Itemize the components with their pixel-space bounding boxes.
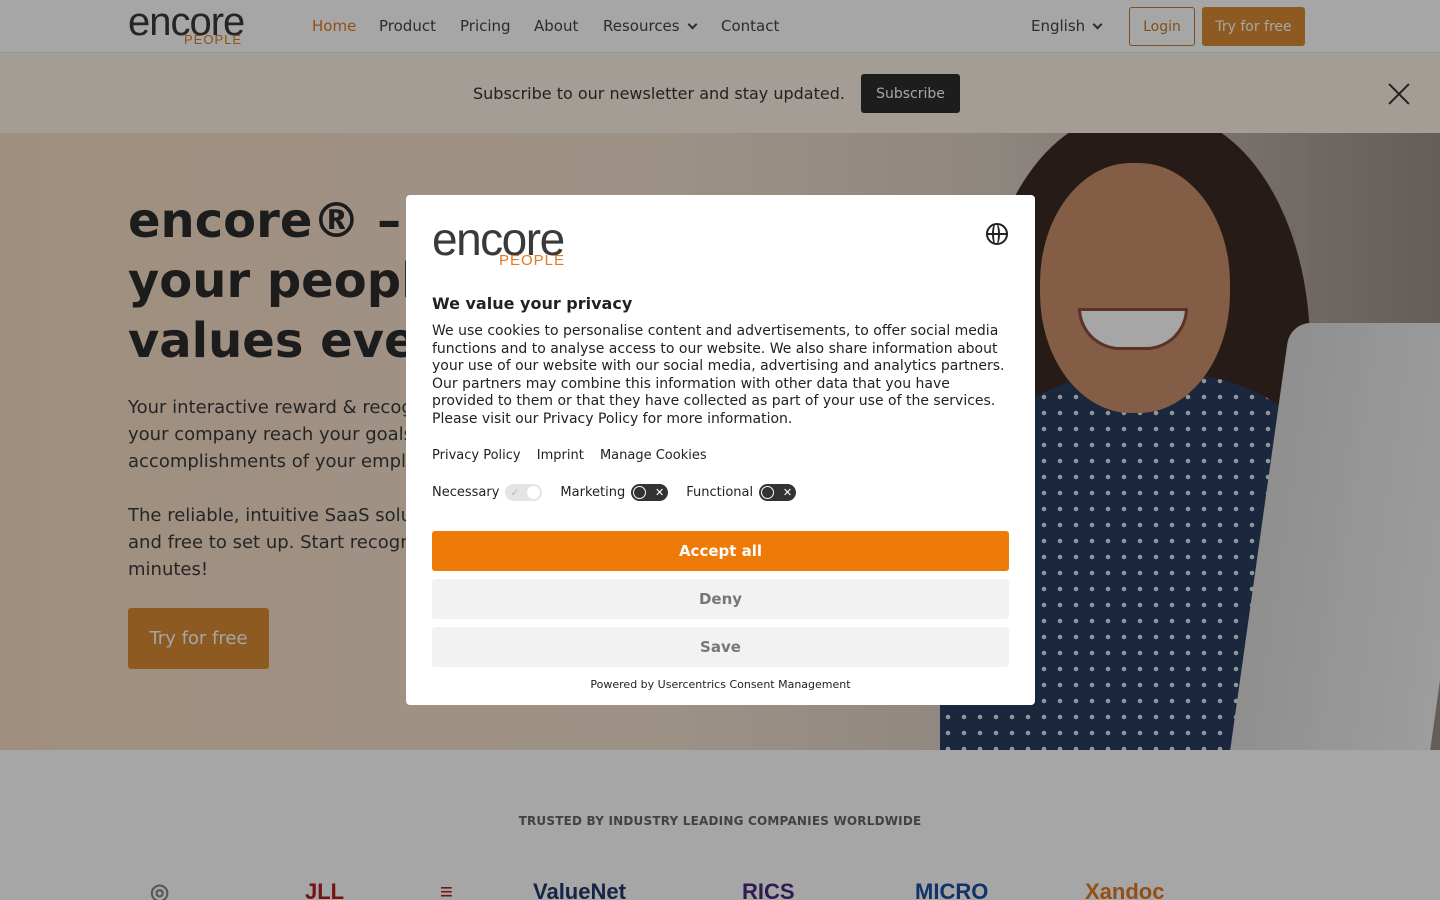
marketing-label: Marketing: [560, 485, 626, 500]
consent-body-line: We use cookies to personalise content an…: [432, 323, 999, 339]
consent-body-line: Our partners may combine this informatio…: [432, 375, 950, 392]
cookie-consent-dialog: encore PEOPLE We value your privacy We u…: [406, 195, 1035, 705]
marketing-toggle[interactable]: ✕: [631, 484, 669, 501]
globe-icon[interactable]: [986, 223, 1008, 245]
powered-by-text[interactable]: Powered by Usercentrics Consent Manageme…: [406, 678, 1035, 691]
consent-body-line: your use of our website with our social …: [432, 358, 1005, 374]
consent-links: Privacy Policy Imprint Manage Cookies: [432, 448, 719, 463]
close-icon: ✕: [655, 486, 665, 499]
close-icon: ✕: [782, 486, 793, 499]
toggle-knob: [633, 486, 647, 499]
consent-body: We use cookies to personalise content an…: [432, 323, 1012, 428]
consent-body-line: functions and to analyse access to our w…: [432, 340, 998, 357]
toggle-knob: [527, 486, 541, 499]
save-button[interactable]: Save: [432, 627, 1009, 667]
toggle-knob: [761, 486, 775, 499]
logo-sub: PEOPLE: [499, 252, 566, 269]
consent-title: We value your privacy: [432, 294, 633, 313]
imprint-link[interactable]: Imprint: [537, 448, 584, 463]
check-icon: ✓: [510, 486, 520, 499]
consent-toggles: Necessary ✓ Marketing ✕ Functional ✕: [432, 484, 814, 501]
accept-all-button[interactable]: Accept all: [432, 531, 1009, 571]
encore-people-logo: encore PEOPLE: [432, 213, 602, 271]
necessary-toggle: ✓: [505, 484, 543, 501]
functional-label: Functional: [686, 485, 754, 500]
consent-body-line: Please visit our Privacy Policy for more…: [432, 410, 793, 427]
privacy-policy-link[interactable]: Privacy Policy: [432, 448, 521, 463]
consent-body-line: provided to them or that they have colle…: [432, 393, 996, 409]
functional-toggle[interactable]: ✕: [759, 484, 797, 501]
deny-button[interactable]: Deny: [432, 579, 1009, 619]
necessary-label: Necessary: [432, 485, 500, 500]
manage-cookies-link[interactable]: Manage Cookies: [600, 448, 707, 463]
